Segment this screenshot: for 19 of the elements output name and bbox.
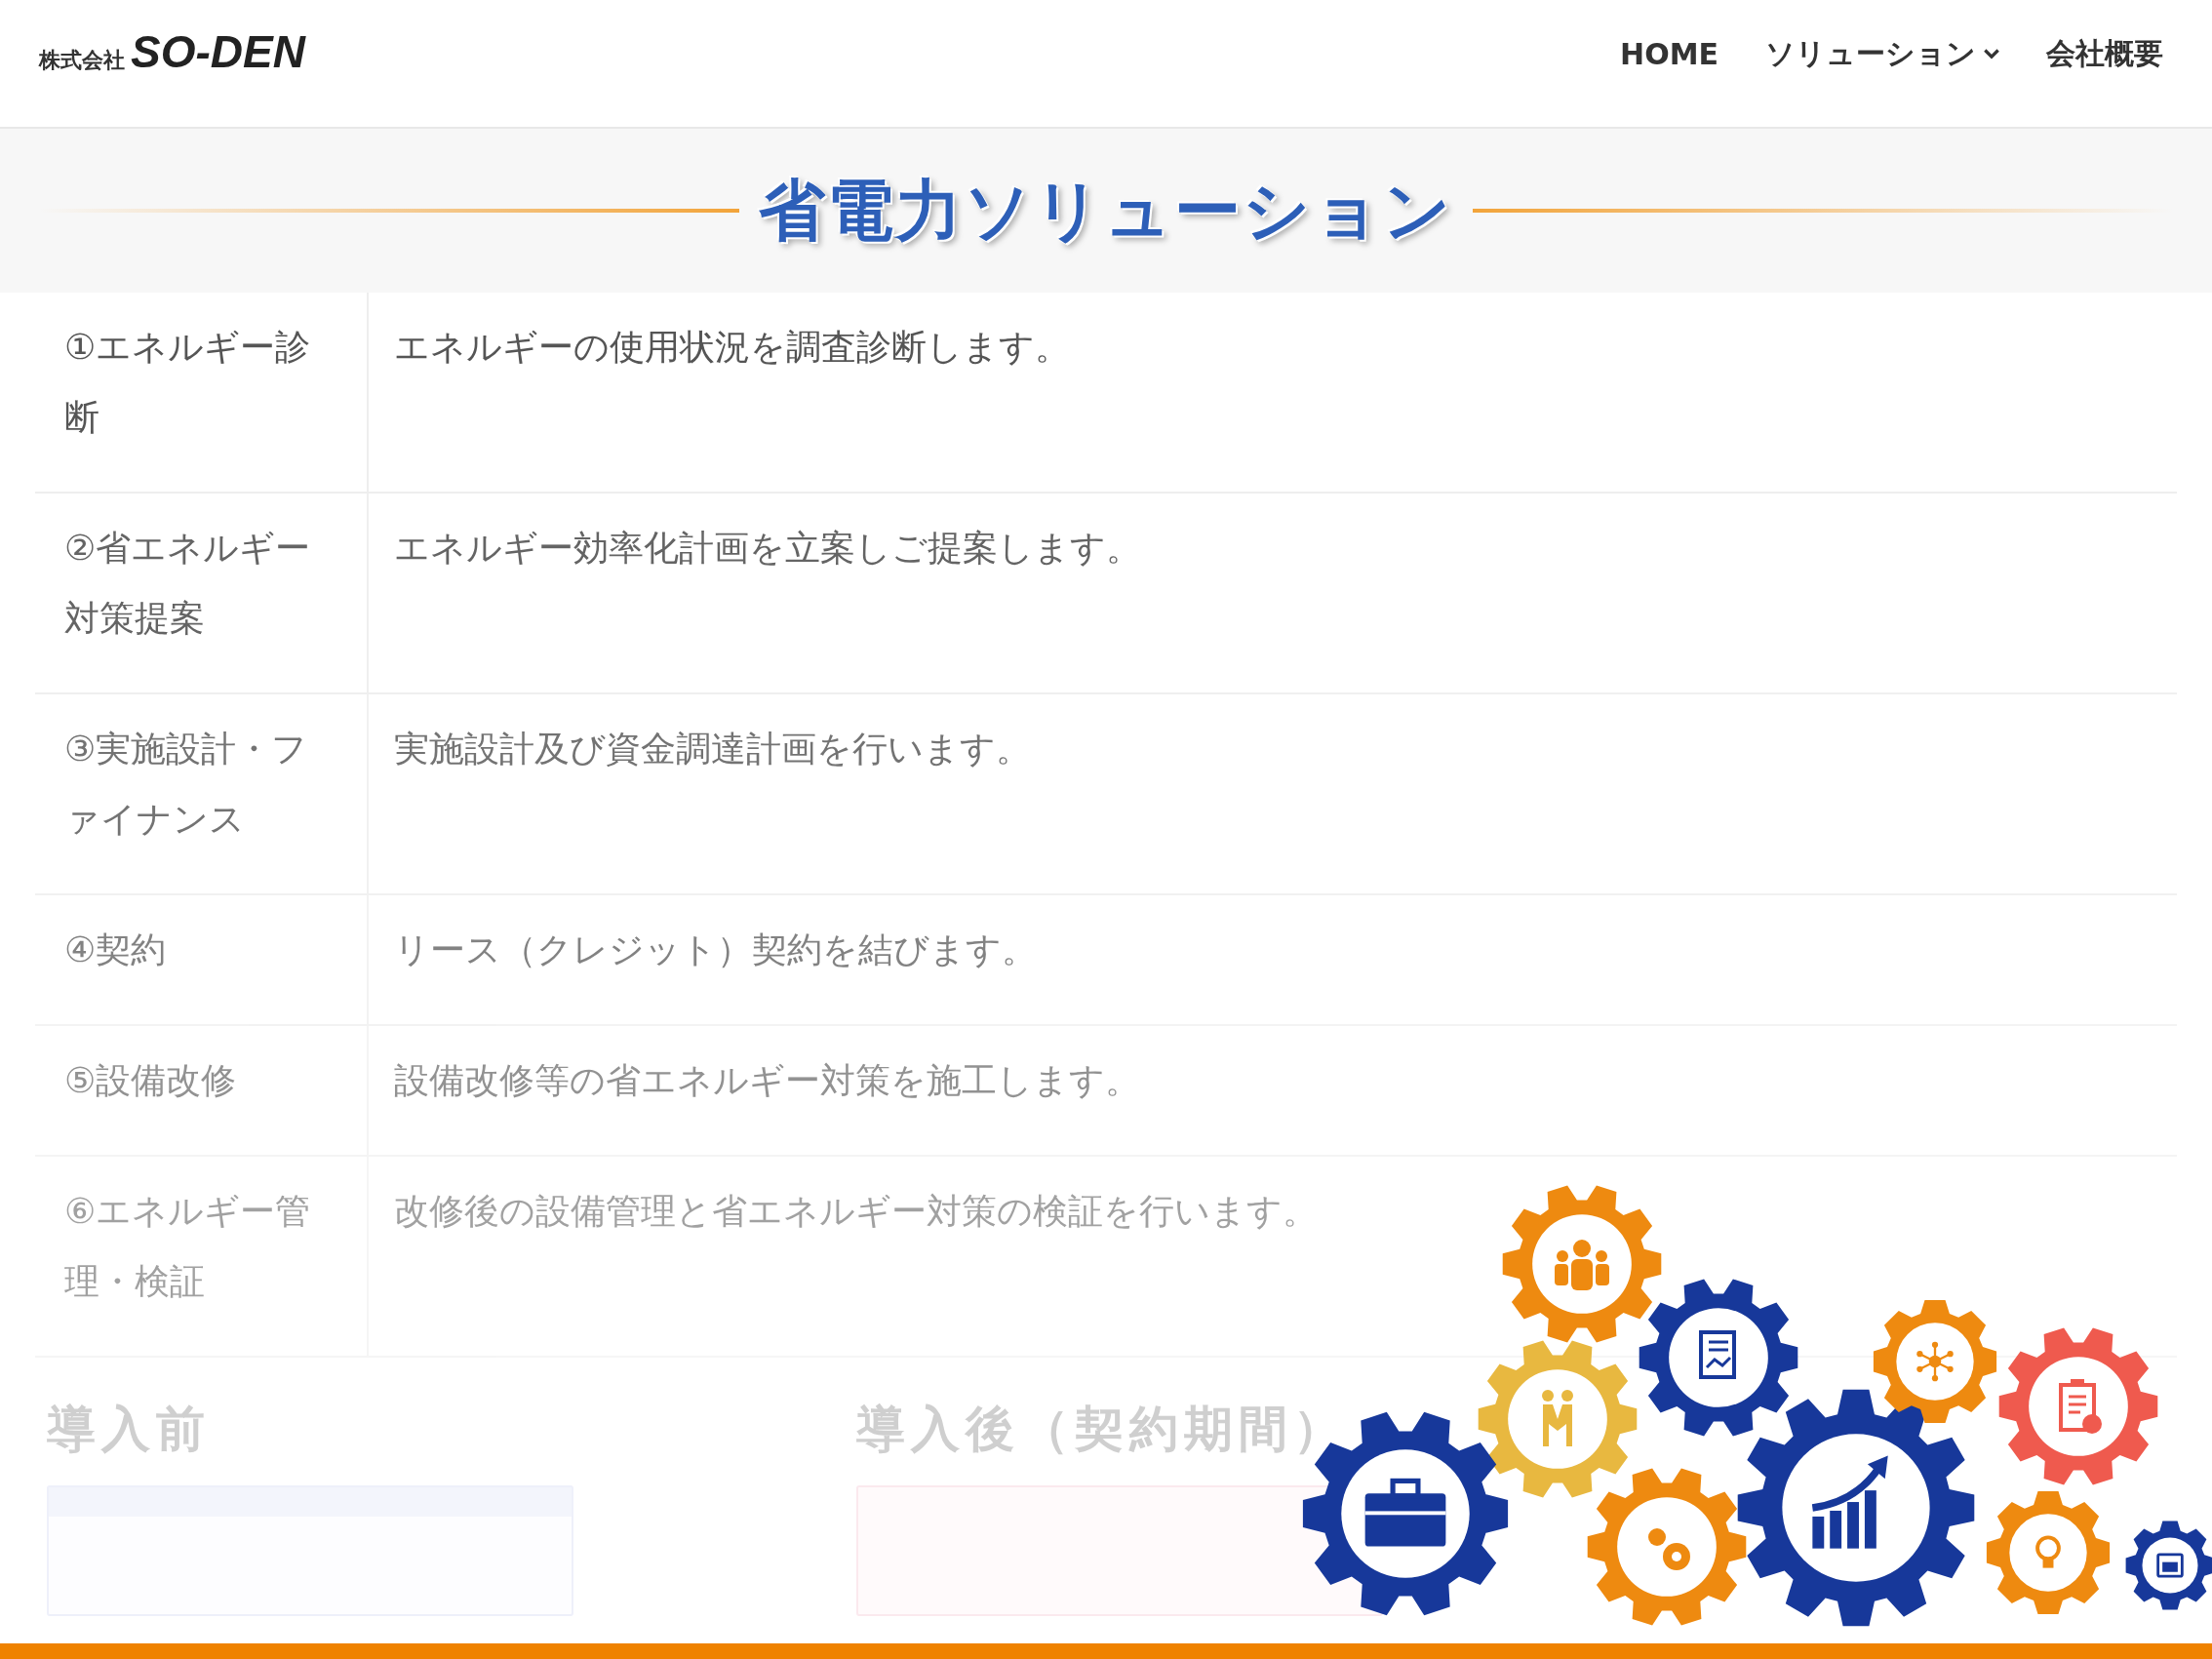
nav-link[interactable]: HOME	[1620, 33, 1718, 74]
step-label: ④契約	[35, 895, 369, 1024]
page-title: 省電力ソリューション	[759, 170, 1453, 251]
caret-icon	[1984, 48, 1999, 59]
step-description: 改修後の設備管理と省エネルギー対策の検証を行います。	[393, 1190, 1319, 1233]
nav-link[interactable]: 会社概要	[2046, 33, 2163, 74]
logo-name[interactable]: SO-DEN	[131, 25, 305, 78]
step-description: エネルギー効率化計画を立案しご提案します。	[393, 527, 1142, 570]
step-label: ②省エネルギー対策提案	[35, 494, 369, 692]
logo-prefix: 株式会社	[39, 47, 125, 74]
step-label: ⑥エネルギー管理・検証	[35, 1157, 369, 1356]
step-description: エネルギーの使用状況を調査診断します。	[393, 326, 1071, 369]
step-label: ⑤設備改修	[35, 1026, 369, 1155]
step-label: ③実施設計・ファイナンス	[35, 694, 369, 893]
step-description: 設備改修等の省エネルギー対策を施工します。	[393, 1059, 1141, 1102]
step-label: ①エネルギー診断	[35, 293, 369, 492]
nav-link[interactable]: ソリューション	[1765, 33, 1999, 74]
step-description: 実施設計及び資金調達計画を行います。	[393, 728, 1032, 770]
step-description: リース（クレジット）契約を結びます。	[393, 928, 1038, 971]
